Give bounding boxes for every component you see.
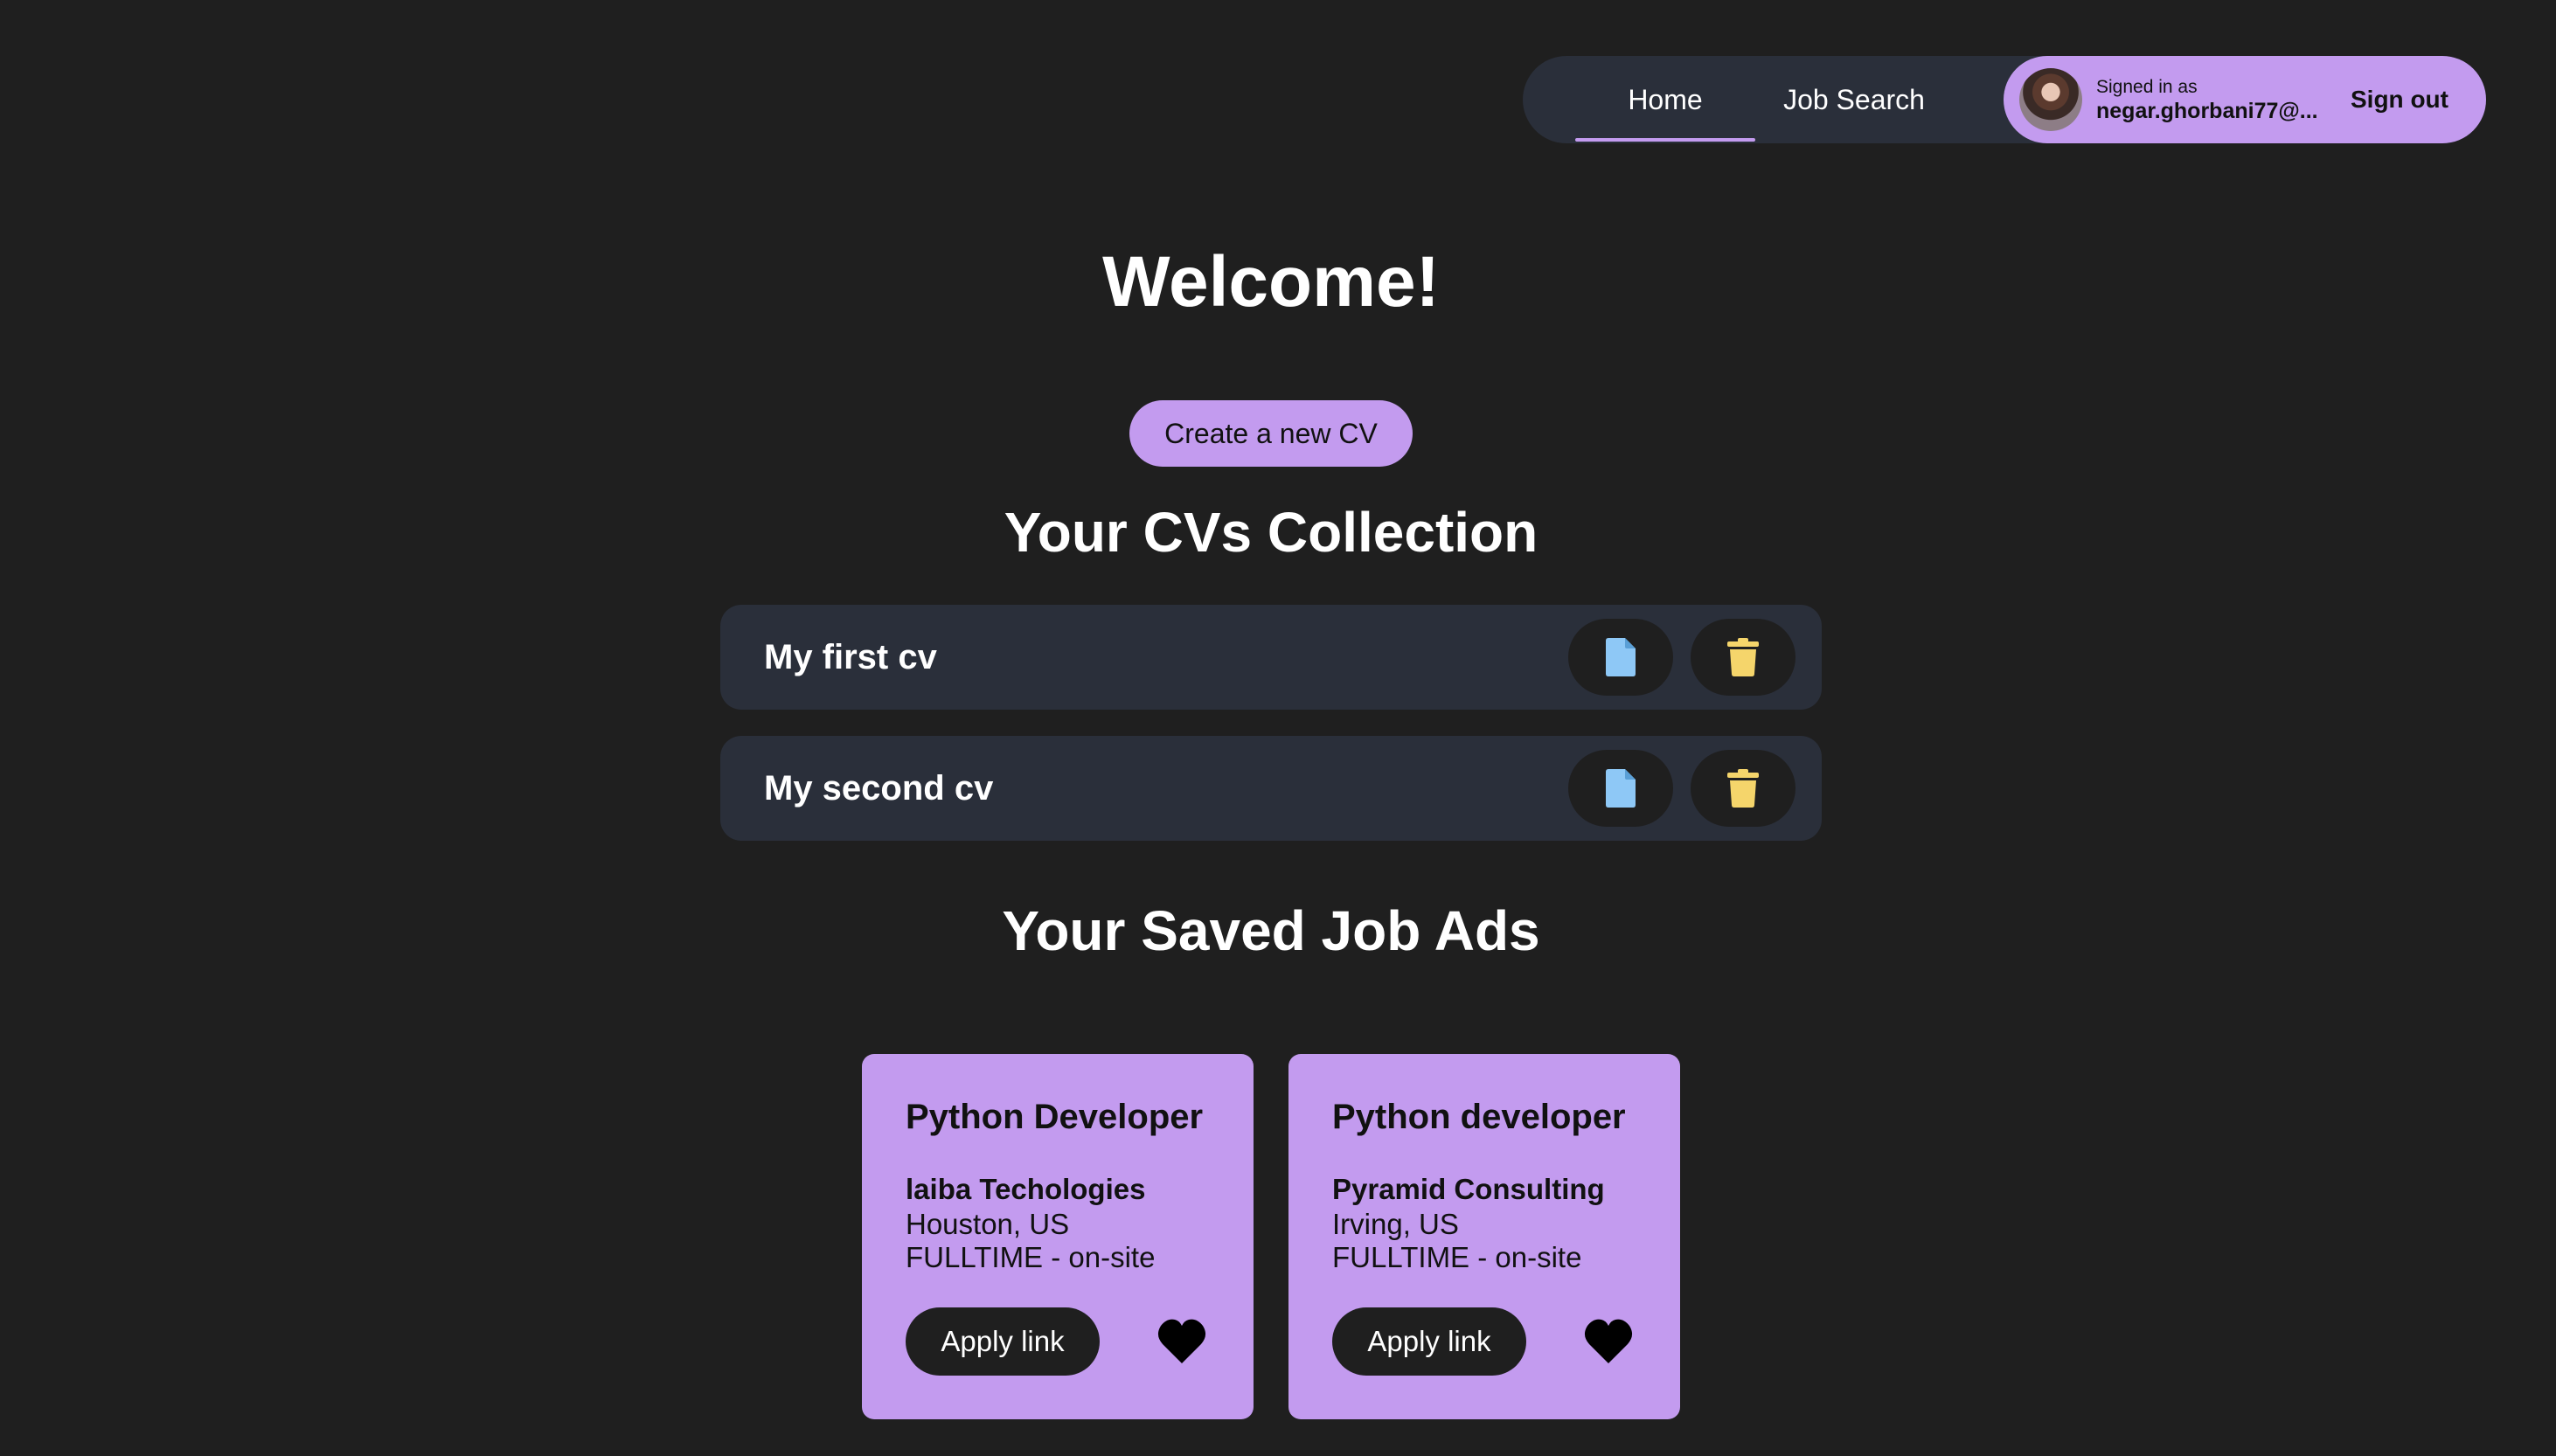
file-icon	[1606, 769, 1636, 808]
trash-icon	[1727, 638, 1759, 676]
job-location: Houston, US	[906, 1208, 1070, 1240]
top-navigation: Home Job Search Signed in as negar.ghorb…	[1523, 56, 2486, 143]
cv-collection-title: Your CVs Collection	[1004, 501, 1538, 564]
apply-link-button[interactable]: Apply link	[1332, 1307, 1526, 1376]
user-account-pill: Signed in as negar.ghorbani77@... Sign o…	[2004, 56, 2486, 143]
create-cv-button[interactable]: Create a new CV	[1129, 400, 1413, 467]
job-type: FULLTIME - on-site	[906, 1241, 1156, 1273]
heart-icon[interactable]	[1157, 1318, 1206, 1365]
cv-name[interactable]: My second cv	[764, 736, 993, 841]
open-cv-button[interactable]	[1568, 619, 1673, 696]
job-card: Python developer Pyramid Consulting Irvi…	[1288, 1054, 1680, 1419]
file-icon	[1606, 638, 1636, 676]
apply-link-button[interactable]: Apply link	[906, 1307, 1100, 1376]
avatar	[2019, 68, 2082, 131]
open-cv-button[interactable]	[1568, 750, 1673, 827]
signed-in-label: Signed in as	[2096, 77, 2198, 97]
delete-cv-button[interactable]	[1691, 619, 1795, 696]
nav-tab-job-search[interactable]: Job Search	[1755, 56, 1953, 143]
saved-jobs-title: Your Saved Job Ads	[1002, 899, 1540, 962]
signed-in-info: Signed in as negar.ghorbani77@...	[2096, 77, 2341, 124]
delete-cv-button[interactable]	[1691, 750, 1795, 827]
job-location: Irving, US	[1332, 1208, 1459, 1240]
page-title: Welcome!	[1102, 242, 1440, 322]
active-tab-indicator	[1575, 138, 1755, 142]
sign-out-button[interactable]: Sign out	[2334, 56, 2465, 143]
job-title: Python Developer	[906, 1098, 1204, 1136]
job-type: FULLTIME - on-site	[1332, 1241, 1582, 1273]
job-title: Python developer	[1332, 1098, 1626, 1136]
cv-name[interactable]: My first cv	[764, 605, 937, 710]
job-card: Python Developer laiba Techologies Houst…	[862, 1054, 1254, 1419]
user-email: negar.ghorbani77@...	[2096, 99, 2318, 123]
nav-tab-home[interactable]: Home	[1575, 56, 1755, 143]
job-company: Pyramid Consulting	[1332, 1173, 1605, 1205]
cv-list-item: My second cv	[720, 736, 1822, 841]
heart-icon[interactable]	[1584, 1318, 1633, 1365]
trash-icon	[1727, 769, 1759, 808]
job-company: laiba Techologies	[906, 1173, 1146, 1205]
cv-list-item: My first cv	[720, 605, 1822, 710]
